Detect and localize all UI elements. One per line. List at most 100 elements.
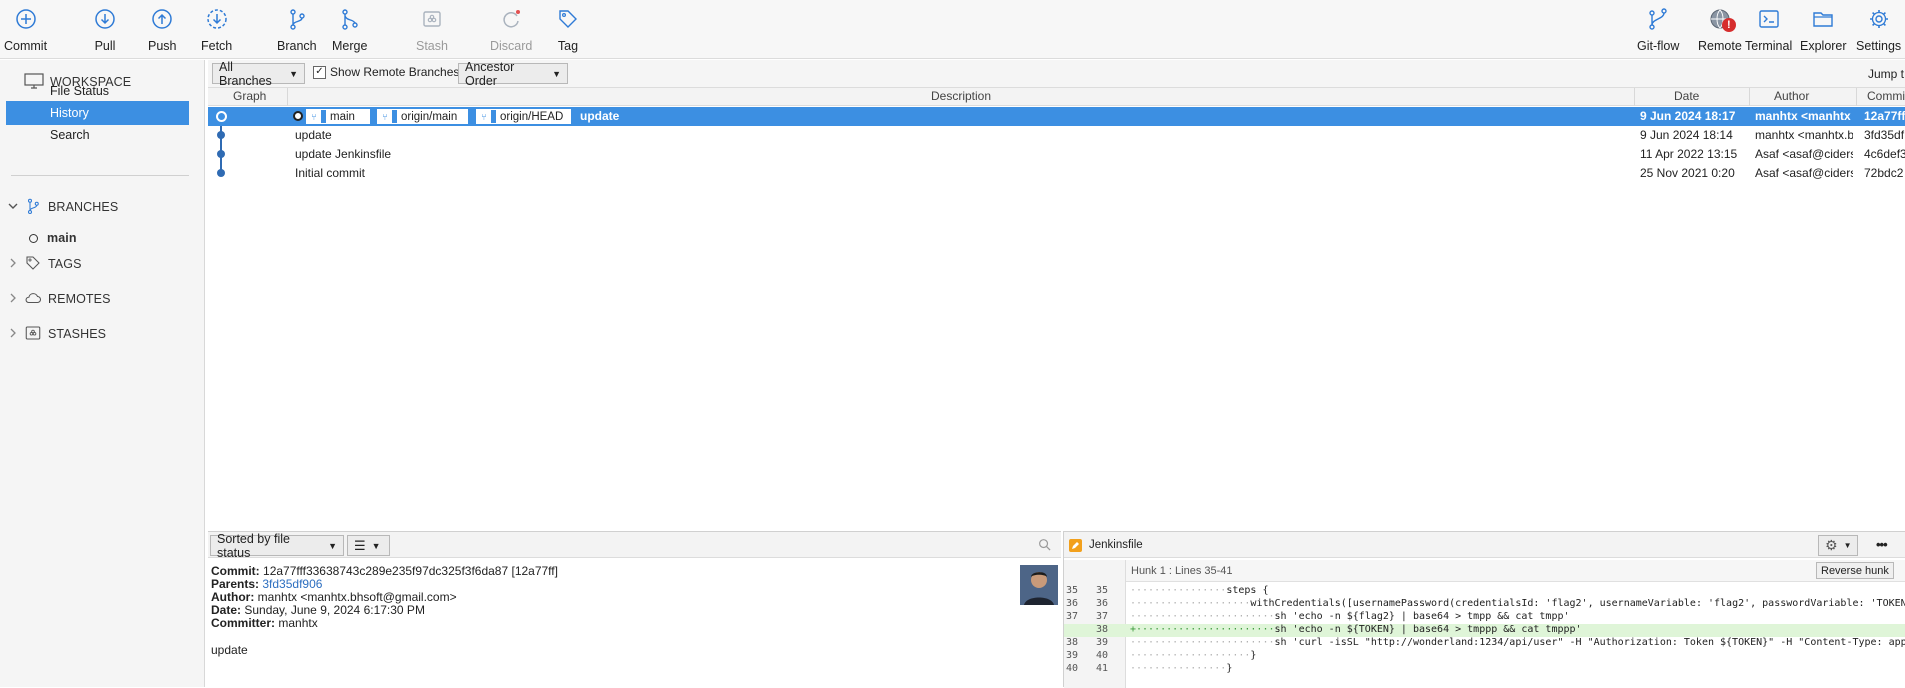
jump-to-label[interactable]: Jump t xyxy=(1868,67,1904,81)
sort-dropdown[interactable]: Sorted by file status ▼ xyxy=(210,535,344,556)
discard-icon xyxy=(498,6,524,32)
git-flow-button[interactable]: Git-flow xyxy=(1637,6,1679,53)
date-column-header[interactable]: Date xyxy=(1674,89,1699,103)
filter-bar: All Branches ▼ ✓ Show Remote Branches An… xyxy=(208,60,1905,87)
branch-icon: ⑂ xyxy=(378,110,392,123)
commit-description: update xyxy=(295,128,332,142)
hunk-header: Hunk 1 : Lines 35-41 Reverse hunk xyxy=(1126,560,1905,582)
branch-badge-origin-head[interactable]: ⑂ origin/HEAD xyxy=(476,109,571,124)
merge-button[interactable]: Merge xyxy=(332,6,367,53)
show-remote-label: Show Remote Branches xyxy=(330,65,459,79)
tag-icon xyxy=(555,6,581,32)
branch-icon xyxy=(284,6,310,32)
badge-label: origin/HEAD xyxy=(496,110,570,123)
diff-line[interactable]: 4041················} xyxy=(1064,663,1905,676)
diff-line-old-number: 35 xyxy=(1066,585,1078,596)
discard-button[interactable]: Discard xyxy=(490,6,532,53)
order-dropdown[interactable]: Ancestor Order ▼ xyxy=(458,63,568,84)
tags-header[interactable]: TAGS xyxy=(8,252,82,276)
code-text: sh 'echo -n ${flag2} | base64 > tmpp && … xyxy=(1275,611,1570,622)
tag-button[interactable]: Tag xyxy=(555,6,581,53)
sidebar-item-branch-main[interactable]: main xyxy=(29,226,77,250)
stashes-label: STASHES xyxy=(48,327,106,341)
remote-alert-badge: ! xyxy=(1722,18,1736,32)
view-mode-dropdown[interactable]: ☰ ▼ xyxy=(347,535,390,556)
diff-line-code: ····················} xyxy=(1130,650,1256,661)
table-row[interactable]: update Jenkinsfile 11 Apr 2022 13:15 Asa… xyxy=(208,145,1905,164)
parent-commit-link[interactable]: 3fd35df906 xyxy=(262,577,322,591)
code-text: } xyxy=(1226,663,1232,674)
diff-line[interactable]: 3737························sh 'echo -n … xyxy=(1064,611,1905,624)
author-column-header[interactable]: Author xyxy=(1774,89,1809,103)
parents-line: Parents: 3fd35df906 xyxy=(211,577,322,591)
branch-label: Branch xyxy=(277,39,317,53)
code-text: sh 'curl -isSL "http://wonderland:1234/a… xyxy=(1275,637,1905,648)
tags-label: TAGS xyxy=(48,257,82,271)
branch-icon: ⑂ xyxy=(477,110,491,123)
fetch-button[interactable]: Fetch xyxy=(201,6,232,53)
diff-line-code: ····················withCredentials([use… xyxy=(1130,598,1905,609)
stash-label: Stash xyxy=(416,39,448,53)
diff-settings-dropdown[interactable]: ⚙ ▼ xyxy=(1818,535,1858,556)
diff-file-name: Jenkinsfile xyxy=(1089,539,1143,551)
sidebar-item-file-status[interactable]: File Status xyxy=(6,79,189,103)
diff-line[interactable]: 3839························sh 'curl -is… xyxy=(1064,637,1905,650)
graph-node-icon xyxy=(217,131,225,139)
diff-line[interactable]: 3636····················withCredentials(… xyxy=(1064,598,1905,611)
diff-line-old-number: 38 xyxy=(1066,637,1078,648)
hunk-label: Hunk 1 : Lines 35-41 xyxy=(1131,565,1233,577)
explorer-button[interactable]: Explorer xyxy=(1800,6,1847,53)
stashes-header[interactable]: STASHES xyxy=(8,322,106,346)
commit-field-value: 12a77fff33638743c289e235f97dc325f3f6da87… xyxy=(263,564,558,578)
diff-line-code: ························sh 'curl -isSL "… xyxy=(1130,637,1905,648)
commit-column-header[interactable]: Commi xyxy=(1867,89,1905,103)
commit-author: manhtx <manhtx xyxy=(1755,109,1853,123)
committer-line: Committer: manhtx xyxy=(211,616,318,630)
diff-line-new-number: 36 xyxy=(1096,598,1108,609)
commit-date: 11 Apr 2022 13:15 xyxy=(1640,147,1745,161)
table-row[interactable]: ⑂ main ⑂ origin/main ⑂ origin/HEAD updat… xyxy=(208,107,1905,126)
tag-label: Tag xyxy=(558,39,578,53)
diff-line[interactable]: 3535················steps { xyxy=(1064,585,1905,598)
diff-line[interactable]: 38+·······················sh 'echo -n ${… xyxy=(1064,624,1905,637)
sidebar-item-history[interactable]: History xyxy=(6,101,189,125)
remote-button[interactable]: ! Remote xyxy=(1698,6,1742,53)
sidebar-item-search[interactable]: Search xyxy=(6,123,189,147)
merge-icon xyxy=(337,6,363,32)
settings-button[interactable]: Settings xyxy=(1856,6,1901,53)
table-row[interactable]: update 9 Jun 2024 18:14 manhtx <manhtx.b… xyxy=(208,126,1905,145)
diff-toolbar: Jenkinsfile ⚙ ▼ ••• xyxy=(1064,532,1905,558)
search-icon[interactable] xyxy=(1038,538,1051,554)
pull-button[interactable]: Pull xyxy=(92,6,118,53)
arrow-down-circle-icon xyxy=(92,6,118,32)
commit-description: update Jenkinsfile xyxy=(295,147,391,161)
head-indicator-icon xyxy=(293,111,303,121)
branches-header[interactable]: BRANCHES xyxy=(8,195,118,219)
description-column-header[interactable]: Description xyxy=(931,89,991,103)
diff-line[interactable]: 3940····················} xyxy=(1064,650,1905,663)
show-remote-branches-checkbox[interactable]: ✓ Show Remote Branches xyxy=(313,65,459,79)
branch-badge-origin-main[interactable]: ⑂ origin/main xyxy=(377,109,468,124)
branch-filter-dropdown[interactable]: All Branches ▼ xyxy=(212,63,305,84)
discard-label: Discard xyxy=(490,39,532,53)
branches-label: BRANCHES xyxy=(48,200,118,214)
more-options-button[interactable]: ••• xyxy=(1876,537,1887,552)
graph-node-icon xyxy=(216,111,227,122)
table-row[interactable]: Initial commit 25 Nov 2021 0:20 Asaf <as… xyxy=(208,164,1905,183)
reverse-hunk-button[interactable]: Reverse hunk xyxy=(1816,562,1894,579)
push-button[interactable]: Push xyxy=(148,6,177,53)
author-field-label: Author: xyxy=(211,590,254,604)
branch-button[interactable]: Branch xyxy=(277,6,317,53)
commit-button[interactable]: Commit xyxy=(4,6,47,53)
whitespace-marker: +······················· xyxy=(1130,624,1275,635)
graph-column-header[interactable]: Graph xyxy=(233,89,266,103)
commit-author: Asaf <asaf@ciders xyxy=(1755,166,1853,180)
branch-badge-main[interactable]: ⑂ main xyxy=(306,109,370,124)
remotes-header[interactable]: REMOTES xyxy=(8,287,111,311)
diff-line-code: ························sh 'echo -n ${fl… xyxy=(1130,611,1570,622)
terminal-button[interactable]: Terminal xyxy=(1745,6,1792,53)
stash-button[interactable]: Stash xyxy=(416,6,448,53)
code-text: withCredentials([usernamePassword(creden… xyxy=(1250,598,1905,609)
terminal-label: Terminal xyxy=(1745,39,1792,53)
commit-field-label: Commit: xyxy=(211,564,260,578)
